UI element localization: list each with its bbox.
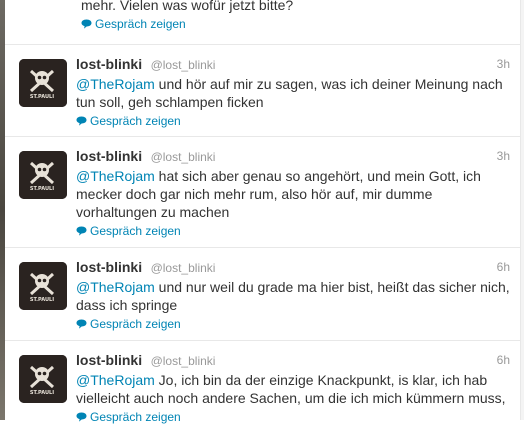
show-conversation-label: Gespräch zeigen (90, 317, 181, 331)
tweet-text: @TheRojam und nur weil du grade ma hier … (76, 278, 510, 314)
tweet-timestamp[interactable]: 6h (497, 351, 510, 370)
mention-link[interactable]: @TheRojam (76, 168, 155, 184)
tweet-timestamp[interactable]: 6h (497, 258, 510, 277)
skull-crossbones-icon: ST.PAULI (19, 262, 67, 310)
user-handle[interactable]: @lost_blinki (151, 58, 216, 72)
speech-bubble-icon (76, 412, 87, 422)
tweet-header: lost-blinki @lost_blinki 3h (76, 147, 510, 166)
show-conversation-link[interactable]: Gespräch zeigen (76, 113, 181, 129)
user-handle[interactable]: @lost_blinki (151, 261, 216, 275)
user-name[interactable]: lost-blinki (76, 148, 142, 164)
show-conversation-label: Gespräch zeigen (90, 114, 181, 128)
tweet[interactable]: ST.PAULI lost-blinki @lost_blinki 3h @Th… (5, 45, 520, 137)
mention-link[interactable]: @TheRojam (76, 372, 155, 388)
tweet-header: lost-blinki @lost_blinki 3h (76, 55, 510, 74)
tweet-text: @TheRojam und hör auf mir zu sagen, was … (76, 75, 510, 111)
show-conversation-label: Gespräch zeigen (95, 17, 186, 31)
mention-link[interactable]: @TheRojam (76, 76, 155, 92)
show-conversation-label: Gespräch zeigen (90, 410, 181, 424)
tweet-header: lost-blinki @lost_blinki 6h (76, 351, 510, 370)
avatar[interactable]: ST.PAULI (19, 262, 67, 310)
show-conversation-link[interactable]: Gespräch zeigen (81, 16, 186, 32)
avatar[interactable]: ST.PAULI (19, 59, 67, 107)
tweet-timestamp[interactable]: 3h (497, 147, 510, 166)
avatar[interactable]: ST.PAULI (19, 355, 67, 403)
speech-bubble-icon (76, 319, 87, 329)
tweet-text: @TheRojam hat sich aber genau so angehör… (76, 167, 510, 221)
user-name[interactable]: lost-blinki (76, 259, 142, 275)
show-conversation-link[interactable]: Gespräch zeigen (76, 223, 181, 239)
tweet[interactable]: ST.PAULI lost-blinki @lost_blinki 3h @Th… (5, 137, 520, 248)
speech-bubble-icon (81, 19, 92, 29)
skull-crossbones-icon: ST.PAULI (19, 59, 67, 107)
tweet-timestamp[interactable]: 3h (497, 55, 510, 74)
user-name[interactable]: lost-blinki (76, 56, 142, 72)
show-conversation-link[interactable]: Gespräch zeigen (76, 409, 181, 425)
skull-crossbones-icon: ST.PAULI (19, 355, 67, 403)
mention-link[interactable]: @TheRojam (76, 279, 155, 295)
speech-bubble-icon (76, 226, 87, 236)
user-name[interactable]: lost-blinki (76, 352, 142, 368)
avatar-label: ST.PAULI (30, 390, 54, 396)
show-conversation-link[interactable]: Gespräch zeigen (76, 316, 181, 332)
avatar-label: ST.PAULI (30, 94, 54, 100)
tweet-text: @TheRojam Jo, ich bin da der einzige Kna… (76, 371, 510, 407)
speech-bubble-icon (76, 116, 87, 126)
tweet-header: lost-blinki @lost_blinki 6h (76, 258, 510, 277)
tweet-partial: mehr. Vielen was wofür jetzt bitte? Gesp… (5, 0, 520, 45)
avatar-label: ST.PAULI (30, 297, 54, 303)
skull-crossbones-icon: ST.PAULI (19, 151, 67, 199)
user-handle[interactable]: @lost_blinki (151, 150, 216, 164)
tweet[interactable]: ST.PAULI lost-blinki @lost_blinki 6h @Th… (5, 248, 520, 341)
avatar[interactable]: ST.PAULI (19, 151, 67, 199)
tweet-text: mehr. Vielen was wofür jetzt bitte? (81, 0, 294, 13)
avatar-label: ST.PAULI (30, 186, 54, 192)
tweet[interactable]: ST.PAULI lost-blinki @lost_blinki 6h @Th… (5, 341, 520, 424)
user-handle[interactable]: @lost_blinki (151, 354, 216, 368)
show-conversation-label: Gespräch zeigen (90, 224, 181, 238)
